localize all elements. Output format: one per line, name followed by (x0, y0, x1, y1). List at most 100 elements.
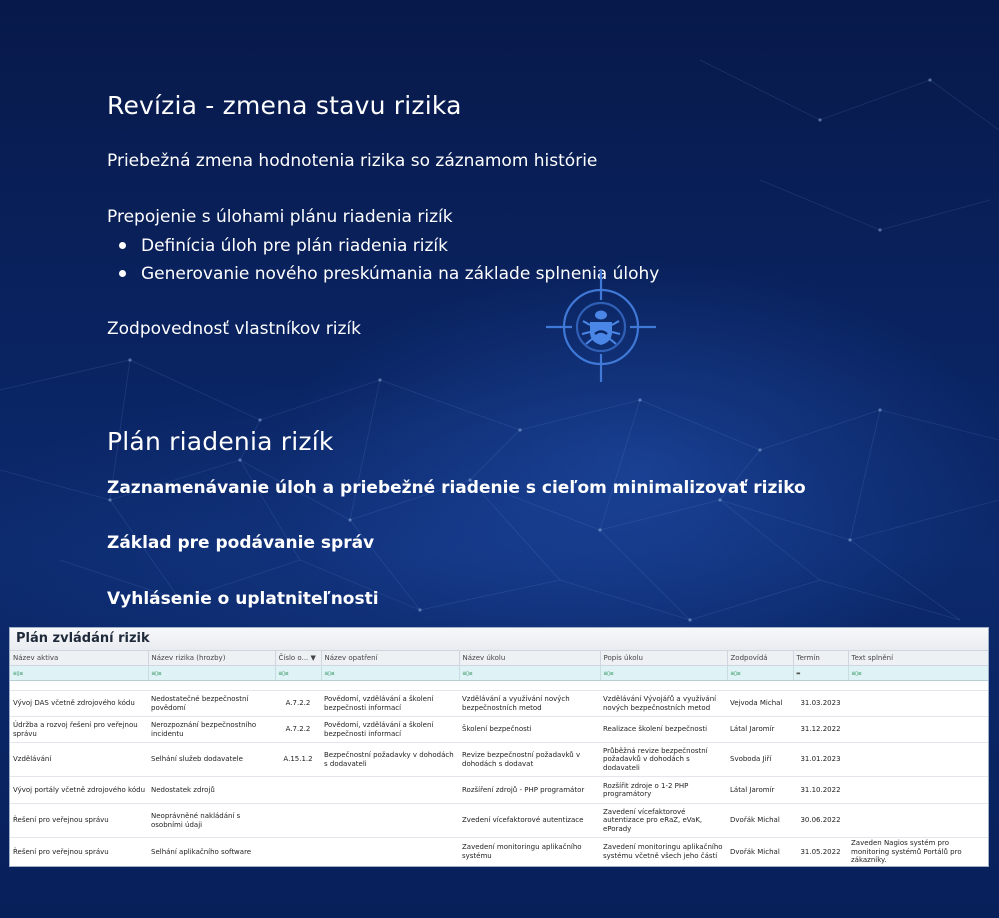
cell-task: Školení bezpečnosti (459, 716, 600, 743)
table-row[interactable]: Vzdělávání Selhání služeb dodavatele A.1… (10, 742, 988, 777)
cell-deadline: 30.06.2022 (793, 803, 848, 838)
bullet-dot (119, 242, 126, 249)
bullet-text: Definícia úloh pre plán riadenia rizík (141, 236, 449, 256)
table-row[interactable]: Řešení pro veřejnou správu Neoprávněné n… (10, 803, 988, 838)
cell-task-description: Rozšířit zdroje o 1-2 PHP programátory (600, 776, 727, 804)
column-header[interactable]: Název rizika (hrozby) (148, 651, 276, 666)
cell-owner: Dvořák Michal (727, 803, 793, 838)
filter-row: ≡▯≤ ≡▯≤ ≡▯≤ ≡▯≤ ≡▯≤ ≡▯≤ ≡▯≤ ▬ ≡▯≤ (10, 665, 988, 681)
cell-task-description: Vzdělávání Vývojářů a využívání nových b… (600, 690, 727, 717)
filter-icon[interactable]: ≡▯≤ (463, 670, 473, 677)
filter-icon[interactable]: ≡▯≤ (325, 670, 335, 677)
grid-title: Plán zvládání rizik (10, 628, 988, 651)
risk-plan-table: Název aktiva Název rizika (hrozby) Číslo… (10, 651, 988, 866)
cell-task: Vzdělávání a využívání nových bezpečnost… (459, 690, 600, 717)
table-row[interactable]: Vývoj DAS včetně zdrojového kódu Nedosta… (10, 690, 988, 717)
cell-owner: Vejvoda Michal (727, 690, 793, 717)
table-row[interactable]: Řešení pro veřejnou správu Selhání aplik… (10, 837, 988, 866)
filter-icon[interactable]: ≡▯≤ (279, 670, 289, 677)
cell-control-number: A.7.2.2 (275, 690, 321, 717)
cell-risk: Nedostatečné bezpečnostní povědomí (148, 690, 275, 717)
cell-asset: Vývoj portály včetně zdrojového kódu (10, 776, 148, 804)
cell-risk: Selhání aplikačního software (148, 837, 275, 866)
table-row[interactable]: Vývoj portály včetně zdrojového kódu Ned… (10, 776, 988, 804)
filter-cell[interactable]: ≡▯≤ (600, 665, 728, 681)
cell-deadline: 31.10.2022 (793, 776, 848, 804)
column-header[interactable]: Název opatření (321, 651, 460, 666)
revision-line-history: Priebežná zmena hodnotenia rizika so záz… (107, 151, 598, 171)
cell-asset: Vzdělávání (10, 742, 148, 777)
column-header[interactable]: Název úkolu (459, 651, 601, 666)
cell-risk: Selhání služeb dodavatele (148, 742, 275, 777)
cell-risk: Nerozpoznání bezpečnostního incidentu (148, 716, 275, 743)
cell-completion: Zaveden Nagios systém pro monitoring sys… (848, 837, 988, 866)
cell-control: Bezpečnostní požadavky v dohodách s doda… (321, 742, 459, 777)
filter-icon: ▬ (796, 670, 801, 677)
cell-control-number: A.7.2.2 (275, 716, 321, 743)
cell-task: Zvedení vícefaktorové autentizace (459, 803, 600, 838)
column-header[interactable]: Text splnění (848, 651, 988, 666)
section-heading-revision: Revízia - zmena stavu rizika (107, 91, 462, 120)
filter-icon[interactable]: ≡▯≤ (731, 670, 741, 677)
filter-cell[interactable]: ≡▯≤ (459, 665, 601, 681)
cell-task: Zavedení monitoringu aplikačního systému (459, 837, 600, 866)
filter-cell[interactable]: ≡▯≤ (321, 665, 460, 681)
filter-cell[interactable]: ≡▯≤ (10, 665, 149, 681)
cell-owner: Látal Jaromír (727, 716, 793, 743)
cell-control: Povědomí, vzdělávání a školení bezpečnos… (321, 690, 459, 717)
cell-task: Revize bezpečnostní požadavků v dohodách… (459, 742, 600, 777)
revision-line-owners: Zodpovednosť vlastníkov rizík (107, 319, 361, 339)
column-header[interactable]: Název aktiva (10, 651, 149, 666)
cell-control (321, 803, 459, 838)
plan-item-reporting: Základ pre podávanie správ (107, 533, 375, 553)
column-header[interactable]: Číslo o... ▼ (275, 651, 322, 666)
cell-completion (848, 690, 988, 717)
cell-owner: Svoboda Jiří (727, 742, 793, 777)
filter-icon[interactable]: ≡▯≤ (152, 670, 162, 677)
cell-control-number: A.15.1.2 (275, 742, 321, 777)
cell-control (321, 837, 459, 866)
cell-task-description: Realizace školení bezpečnosti (600, 716, 727, 743)
filter-cell[interactable]: ≡▯≤ (727, 665, 794, 681)
cell-risk: Neoprávněné nakládání s osobními údaji (148, 803, 275, 838)
filter-cell[interactable]: ▬ (793, 665, 849, 681)
cell-control (321, 776, 459, 804)
filter-cell[interactable]: ≡▯≤ (148, 665, 276, 681)
cell-deadline: 31.01.2023 (793, 742, 848, 777)
cell-completion (848, 803, 988, 838)
column-header[interactable]: Zodpovídá (727, 651, 794, 666)
bug-target-icon (546, 270, 656, 382)
cell-completion (848, 742, 988, 777)
cell-control: Povědomí, vzdělávání a školení bezpečnos… (321, 716, 459, 743)
bullet-item: Definícia úloh pre plán riadenia rizík (107, 234, 659, 262)
cell-asset: Řešení pro veřejnou správu (10, 837, 148, 866)
filter-icon[interactable]: ≡▯≤ (13, 670, 23, 677)
cell-asset: Vývoj DAS včetně zdrojového kódu (10, 690, 148, 717)
cell-task: Rozšíření zdrojů - PHP programátor (459, 776, 600, 804)
cell-deadline: 31.12.2022 (793, 716, 848, 743)
column-header[interactable]: Popis úkolu (600, 651, 728, 666)
cell-deadline: 31.05.2022 (793, 837, 848, 866)
section-heading-plan: Plán riadenia rizík (107, 427, 334, 456)
risk-plan-grid-screenshot: Plán zvládání rizik Název aktiva Název r… (9, 627, 989, 867)
filter-cell[interactable]: ≡▯≤ (275, 665, 322, 681)
cell-control-number (275, 837, 321, 866)
cell-owner: Dvořák Michal (727, 837, 793, 866)
filter-icon[interactable]: ≡▯≤ (852, 670, 862, 677)
plan-item-tasks: Zaznamenávanie úloh a priebežné riadenie… (107, 478, 806, 498)
group-spacer (10, 680, 988, 691)
cell-completion (848, 776, 988, 804)
cell-asset: Údržba a rozvoj řešení pro veřejnou sprá… (10, 716, 148, 743)
cell-risk: Nedostatek zdrojů (148, 776, 275, 804)
cell-asset: Řešení pro veřejnou správu (10, 803, 148, 838)
column-header[interactable]: Termín (793, 651, 849, 666)
cell-completion (848, 716, 988, 743)
table-row[interactable]: Údržba a rozvoj řešení pro veřejnou sprá… (10, 716, 988, 743)
cell-control-number (275, 803, 321, 838)
plan-item-soa: Vyhlásenie o uplatniteľnosti (107, 589, 379, 609)
revision-line-tasks: Prepojenie s úlohami plánu riadenia rizí… (107, 207, 453, 227)
cell-task-description: Zavedení monitoringu aplikačního systému… (600, 837, 727, 866)
filter-cell[interactable]: ≡▯≤ (848, 665, 988, 681)
cell-task-description: Průběžná revize bezpečnostní požadavků v… (600, 742, 727, 777)
filter-icon[interactable]: ≡▯≤ (604, 670, 614, 677)
